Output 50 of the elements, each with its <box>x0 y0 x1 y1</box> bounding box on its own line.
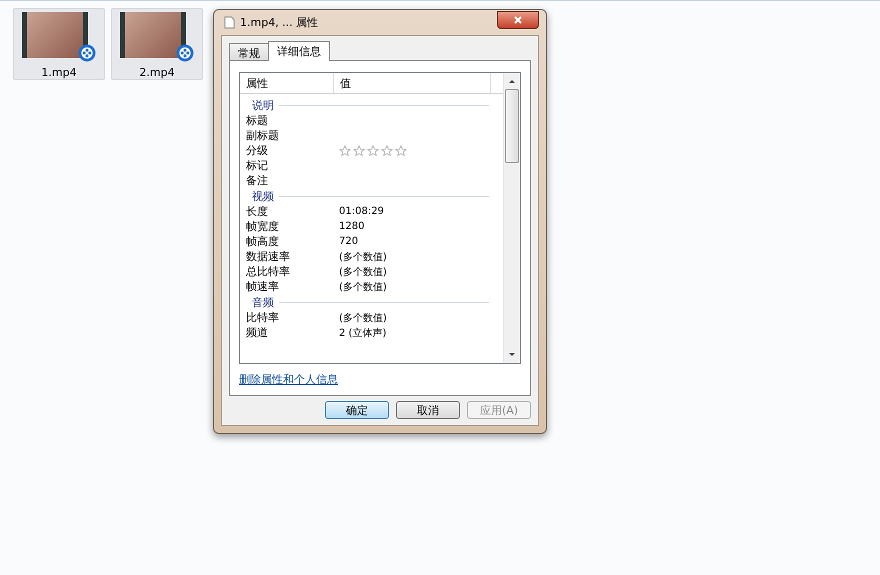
star-icon[interactable] <box>367 144 379 156</box>
property-name: 长度 <box>246 204 269 219</box>
window-title: 1.mp4, ... 属性 <box>240 15 320 30</box>
scroll-down-arrow-icon[interactable] <box>508 352 516 358</box>
photo-placeholder <box>22 12 88 58</box>
film-reel-icon <box>78 44 96 62</box>
scrollbar[interactable] <box>503 73 520 363</box>
property-value: (多个数值) <box>339 280 387 294</box>
property-name: 频道 <box>246 325 269 340</box>
film-reel-icon <box>176 44 194 62</box>
property-value: (多个数值) <box>339 250 387 264</box>
tab[interactable]: 详细信息 <box>268 41 330 61</box>
close-button[interactable] <box>497 10 539 28</box>
dialog-button[interactable]: 取消 <box>396 401 460 419</box>
property-name: 比特率 <box>246 310 280 325</box>
scroll-up-arrow-icon[interactable] <box>508 78 516 84</box>
dialog-button[interactable]: 确定 <box>325 401 389 419</box>
property-value: 1280 <box>339 221 364 232</box>
property-name: 标题 <box>246 113 269 128</box>
video-file-item[interactable]: 2.mp4 <box>111 8 203 80</box>
property-name: 备注 <box>246 173 269 188</box>
column-header[interactable]: 属性 <box>240 73 334 93</box>
property-name: 副标题 <box>246 128 280 143</box>
property-name: 标记 <box>246 158 269 173</box>
star-icon[interactable] <box>353 144 365 156</box>
group-header: 音频 <box>252 294 274 310</box>
document-icon <box>224 16 235 29</box>
property-value: 01:08:29 <box>339 206 384 217</box>
group-header: 视频 <box>252 188 274 204</box>
column-header[interactable]: 值 <box>334 73 491 93</box>
property-name: 帧高度 <box>246 234 280 249</box>
property-name: 帧速率 <box>246 279 280 294</box>
close-icon <box>513 14 523 24</box>
property-name: 总比特率 <box>246 264 291 279</box>
property-value: 720 <box>339 236 358 247</box>
photo-placeholder <box>120 12 186 58</box>
video-file-item[interactable]: 1.mp4 <box>13 8 105 80</box>
property-name: 帧宽度 <box>246 219 280 234</box>
scroll-thumb[interactable] <box>505 89 519 163</box>
property-name: 分级 <box>246 143 269 158</box>
star-icon[interactable] <box>339 144 351 156</box>
group-header: 说明 <box>252 98 274 112</box>
remove-properties-link[interactable]: 删除属性和个人信息 <box>239 372 338 387</box>
property-value: 2 (立体声) <box>339 326 386 340</box>
tab[interactable]: 常规 <box>229 43 269 60</box>
property-value: (多个数值) <box>339 266 387 278</box>
property-value: (多个数值) <box>339 312 387 324</box>
star-icon[interactable] <box>395 144 407 156</box>
star-icon[interactable] <box>381 144 393 156</box>
property-name: 数据速率 <box>246 249 291 264</box>
